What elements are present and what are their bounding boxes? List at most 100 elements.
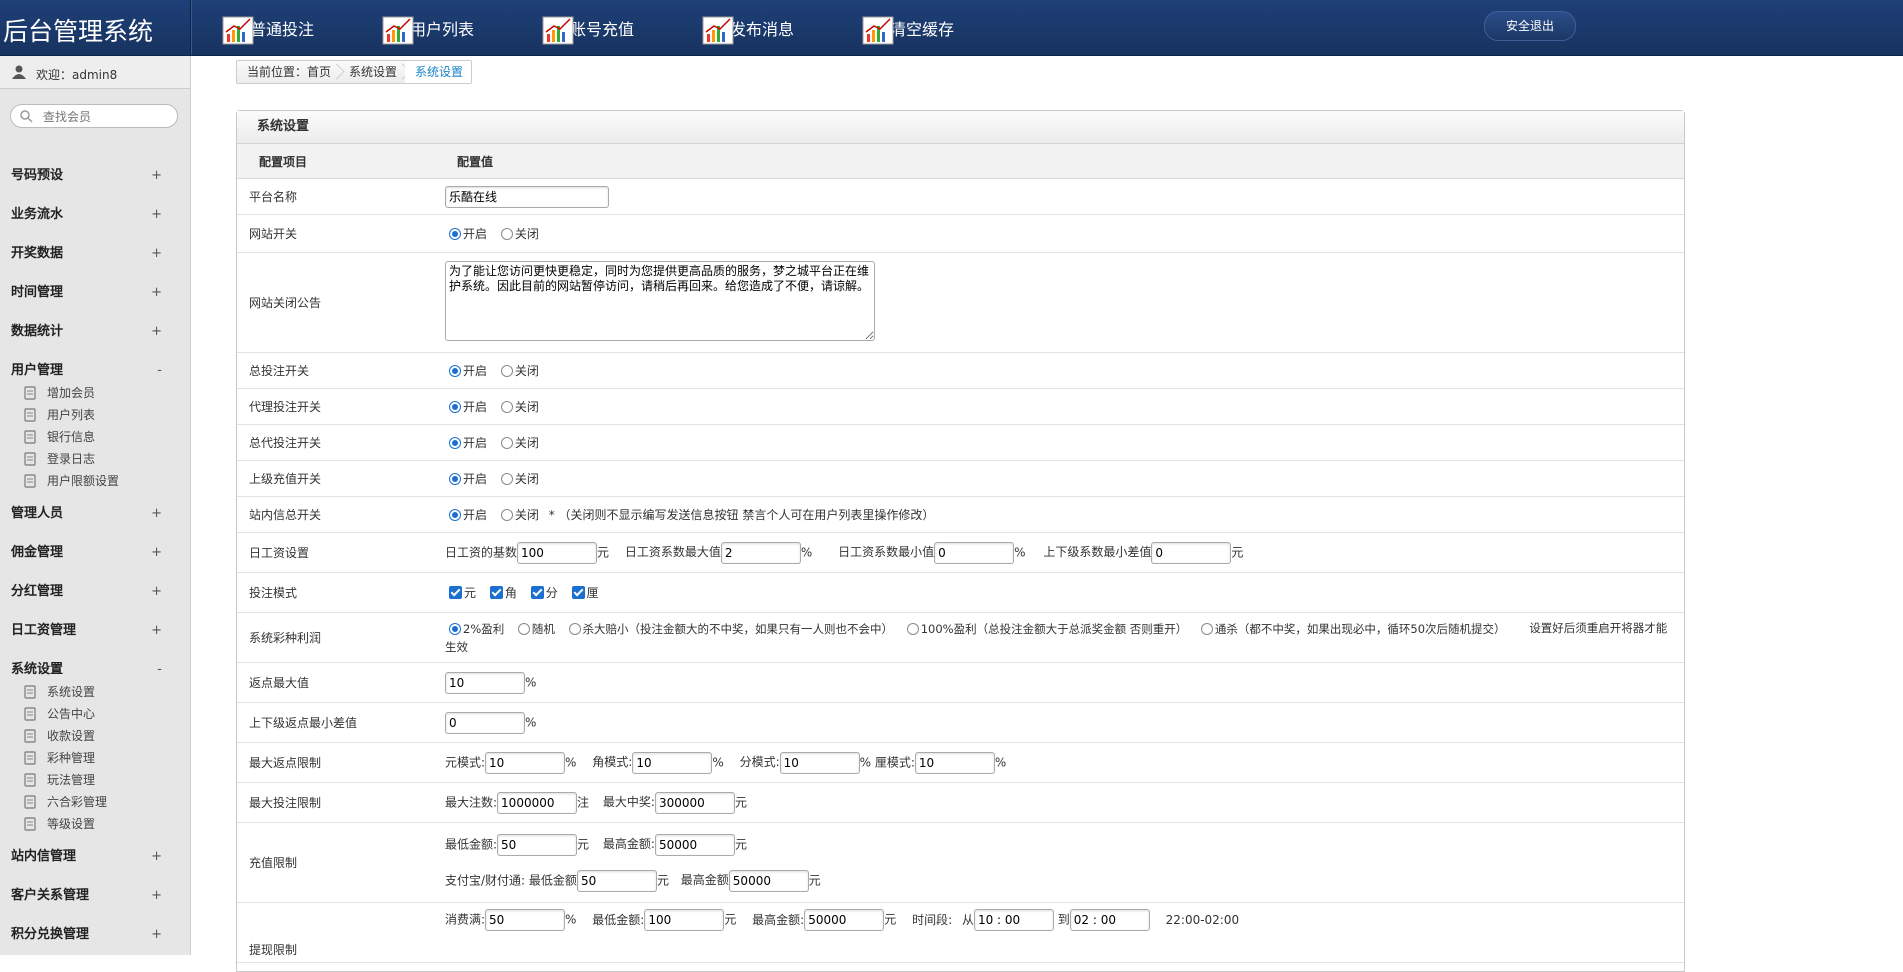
sidebar-group-header[interactable]: 管理人员 + (0, 494, 190, 533)
expand-icon[interactable]: + (151, 273, 162, 312)
sidebar-subitem[interactable]: 六合彩管理 (0, 791, 190, 813)
sidebar-group-label: 佣金管理 (11, 545, 64, 560)
radio-label: 杀大赔小（投注金额大的不中奖，如果只有一人则也不会中） (582, 621, 894, 636)
sidebar-group-header[interactable]: 时间管理 + (0, 273, 190, 312)
agent-bet-on-radio[interactable] (449, 400, 461, 413)
nav-user-list-button[interactable]: 用户列表 (382, 12, 474, 46)
bet-mode-fen-checkbox[interactable] (530, 586, 544, 599)
site-switch-off-radio[interactable] (500, 227, 513, 240)
recharge-min-input[interactable] (497, 833, 578, 856)
sidebar-group-header[interactable]: 积分兑换管理 + (0, 915, 190, 954)
sidebar-subitem[interactable]: 玩法管理 (0, 769, 190, 791)
nav-publish-message-button[interactable]: 发布消息 (702, 12, 794, 46)
rebate-min-diff-input[interactable] (445, 711, 525, 734)
sidebar-subitem[interactable]: 登录日志 (0, 448, 190, 470)
setting-label: 网站开关 (237, 214, 445, 253)
recharge-max-input[interactable] (654, 833, 735, 856)
sidebar-subitem[interactable]: 用户限额设置 (0, 470, 190, 492)
table-row: 上级充值开关 开启 关闭 (237, 460, 1684, 497)
logout-button[interactable]: 安全退出 (1484, 11, 1576, 41)
bet-mode-jiao-checkbox[interactable] (489, 586, 503, 599)
sidebar-group-header[interactable]: 客户关系管理 + (0, 876, 190, 915)
yuan-mode-rebate-input[interactable] (485, 751, 566, 774)
sidebar-subitem[interactable]: 用户列表 (0, 404, 190, 426)
daily-wage-min-input[interactable] (934, 541, 1015, 564)
max-bets-input[interactable] (497, 791, 578, 814)
withdraw-consume-input[interactable] (485, 909, 566, 931)
agent-bet-off-radio[interactable] (500, 400, 513, 413)
sidebar-subitem[interactable]: 彩种管理 (0, 747, 190, 769)
profit-100pct-radio[interactable] (906, 622, 919, 635)
sidebar-subitem[interactable]: 公告中心 (0, 703, 190, 725)
expand-icon[interactable]: + (151, 837, 162, 876)
upper-recharge-on-radio[interactable] (449, 472, 461, 485)
internal-msg-on-radio[interactable] (449, 508, 461, 521)
expand-icon[interactable]: + (151, 195, 162, 234)
alipay-max-input[interactable] (728, 869, 809, 892)
withdraw-time-from-input[interactable] (973, 909, 1054, 931)
upper-recharge-off-radio[interactable] (500, 472, 513, 485)
expand-icon[interactable]: + (151, 533, 162, 572)
platform-name-input[interactable] (445, 185, 609, 208)
internal-msg-off-radio[interactable] (500, 508, 513, 521)
daily-wage-max-input[interactable] (720, 541, 801, 564)
expand-icon[interactable]: + (151, 611, 162, 650)
close-notice-textarea[interactable] (445, 261, 875, 341)
breadcrumb-home[interactable]: 当前位置：首页 (237, 61, 339, 83)
li-mode-rebate-input[interactable] (914, 751, 995, 774)
sidebar-subitem[interactable]: 银行信息 (0, 426, 190, 448)
daily-wage-base-input[interactable] (517, 541, 598, 564)
column-header-item: 配置项目 (237, 144, 445, 179)
profit-kill-all-radio[interactable] (1200, 622, 1213, 635)
expand-icon[interactable]: + (151, 312, 162, 351)
sidebar-group-header[interactable]: 业务流水 + (0, 195, 190, 234)
unit-label: % (800, 545, 813, 559)
unit-label: % (565, 755, 577, 769)
nav-bet-button[interactable]: 普通投注 (222, 12, 314, 46)
bet-mode-li-checkbox[interactable] (571, 586, 585, 599)
site-switch-on-radio[interactable] (449, 227, 461, 240)
profit-random-radio[interactable] (517, 622, 530, 635)
nav-clear-cache-button[interactable]: 清空缓存 (862, 12, 954, 46)
sidebar-subitem[interactable]: 增加会员 (0, 382, 190, 404)
max-win-input[interactable] (654, 791, 735, 814)
expand-icon[interactable]: + (151, 156, 162, 195)
breadcrumb-parent[interactable]: 系统设置 (339, 61, 405, 83)
alipay-min-input[interactable] (576, 869, 657, 892)
rebate-max-input[interactable] (445, 671, 525, 694)
general-agent-bet-off-radio[interactable] (500, 436, 513, 449)
nav-recharge-button[interactable]: 账号充值 (542, 12, 634, 46)
jiao-mode-rebate-input[interactable] (632, 751, 713, 774)
member-search-input[interactable] (41, 108, 173, 126)
withdraw-time-to-input[interactable] (1069, 909, 1150, 931)
total-bet-on-radio[interactable] (449, 364, 461, 377)
daily-wage-diff-input[interactable] (1151, 541, 1232, 564)
bet-mode-yuan-checkbox[interactable] (449, 586, 462, 599)
expand-icon[interactable]: + (151, 494, 162, 533)
sidebar-subitem[interactable]: 系统设置 (0, 681, 190, 703)
expand-icon[interactable]: + (151, 572, 162, 611)
sidebar-group-header[interactable]: 号码预设 + (0, 156, 190, 195)
general-agent-bet-on-radio[interactable] (449, 436, 461, 449)
expand-icon[interactable]: + (151, 876, 162, 915)
sidebar-subitem[interactable]: 等级设置 (0, 813, 190, 835)
expand-icon[interactable]: + (151, 915, 162, 954)
sidebar-subitem[interactable]: 收款设置 (0, 725, 190, 747)
unit-label: 元 (597, 545, 610, 559)
profit-2pct-radio[interactable] (449, 622, 461, 635)
withdraw-max-input[interactable] (804, 909, 885, 931)
total-bet-off-radio[interactable] (500, 364, 513, 377)
withdraw-min-input[interactable] (644, 909, 725, 931)
sidebar-group-header[interactable]: 佣金管理 + (0, 533, 190, 572)
menu-item-icon (24, 408, 36, 422)
sidebar-group-header[interactable]: 开奖数据 + (0, 234, 190, 273)
expand-icon[interactable]: + (151, 234, 162, 273)
fen-mode-rebate-input[interactable] (779, 751, 860, 774)
sidebar-group-header[interactable]: 站内信管理 + (0, 837, 190, 876)
sidebar-group-header[interactable]: 数据统计 + (0, 312, 190, 351)
profit-kill-big-radio[interactable] (568, 622, 581, 635)
sidebar-group-header[interactable]: 日工资管理 + (0, 611, 190, 650)
member-search-box[interactable] (10, 104, 178, 128)
sidebar-group-header[interactable]: 分红管理 + (0, 572, 190, 611)
chart-icon (222, 16, 254, 45)
